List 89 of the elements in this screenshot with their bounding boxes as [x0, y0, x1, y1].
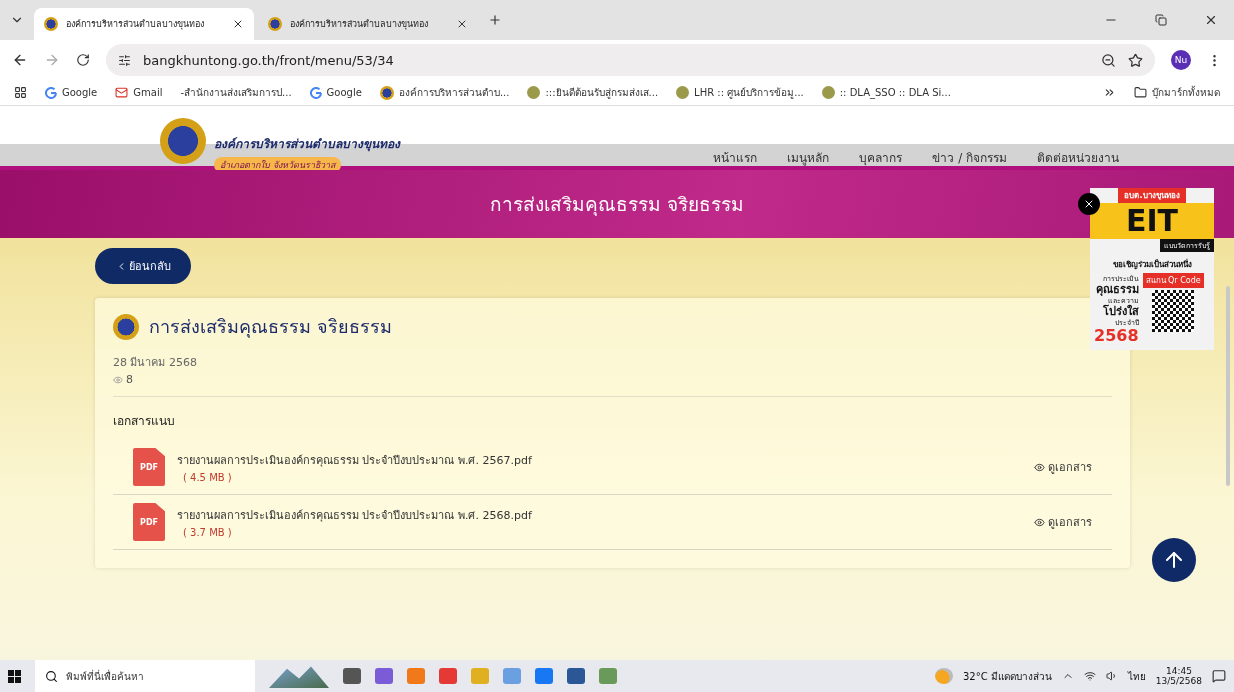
weather-icon — [934, 668, 953, 684]
bookmark-item[interactable]: Gmail — [115, 86, 163, 99]
view-document-link[interactable]: ดูเอกสาร — [1034, 513, 1092, 531]
eye-icon — [1034, 461, 1045, 473]
profile-avatar[interactable]: Nu — [1171, 50, 1191, 70]
banner-title: การส่งเสริมคุณธรรม จริยธรรม — [489, 192, 744, 218]
file-name: รายงานผลการประเมินองค์กรคุณธรรม ประจำปีงบประมาณ พ.ศ. 2567.pdf — [177, 453, 533, 469]
weather-text: 32°C มีแดดบางส่วน — [962, 669, 1052, 684]
address-bar[interactable]: bangkhuntong.go.th/front/menu/53/34 — [106, 44, 1155, 76]
language-indicator[interactable]: ไทย — [1127, 668, 1146, 684]
bookmark-label: :: DLA_SSO :: DLA Si... — [839, 87, 951, 98]
notification-icon[interactable] — [1212, 669, 1226, 683]
site-favicon-icon — [44, 17, 58, 31]
advert-year: 2568 — [1094, 328, 1139, 344]
bookmark-item[interactable]: :: DLA_SSO :: DLA Si... — [821, 86, 951, 99]
advert-scan-label: สแกน Qr Code — [1142, 273, 1204, 288]
attachments-heading: เอกสารแนบ — [113, 413, 176, 430]
bookmark-label: บุ๊กมาร์กทั้งหมด — [1152, 85, 1220, 100]
bookmark-item[interactable]: :::ยินดีต้อนรับสู่กรมส่งเส... — [527, 85, 659, 100]
bookmark-label: LHR :: ศูนย์บริการข้อมู... — [694, 86, 804, 100]
eye-icon — [1034, 516, 1045, 528]
nav-link[interactable]: บุคลากร — [859, 148, 903, 167]
bookmark-item[interactable]: Google — [45, 86, 98, 99]
folder-icon — [1134, 86, 1147, 99]
bookmark-label: Google — [326, 87, 362, 98]
taskbar-search-field[interactable]: พิมพ์ที่นี่เพื่อค้นหา — [35, 660, 255, 692]
close-icon[interactable] — [456, 18, 468, 30]
emblem-icon — [527, 86, 541, 99]
file-size: ( 4.5 MB ) — [182, 472, 233, 483]
back-button[interactable]: ย้อนกลับ — [95, 248, 191, 284]
post-date: 28 มีนาคม 2568 — [113, 355, 198, 371]
nav-link[interactable]: ติดต่อหน่วยงาน — [1037, 148, 1119, 167]
organization-seal-icon — [113, 313, 139, 340]
windows-start-icon[interactable] — [8, 669, 21, 683]
google-logo-icon — [309, 86, 322, 99]
pdf-file-icon: PDF — [133, 503, 165, 541]
bookmark-item[interactable]: Google — [309, 86, 362, 99]
organization-name: องค์การบริหารส่วนตำบลบางขุนทอง — [214, 136, 400, 153]
nav-link[interactable]: ข่าว / กิจกรรม — [932, 148, 1007, 167]
bookmark-label: Gmail — [133, 87, 163, 98]
bookmark-label: :::ยินดีต้อนรับสู่กรมส่งเส... — [545, 86, 659, 100]
reload-icon[interactable] — [76, 53, 90, 67]
browser-tab[interactable]: องค์การบริหารส่วนตำบลบางขุนทอง — [258, 8, 478, 40]
advert-ribbon: อบต.บางขุนทอง — [1118, 188, 1186, 203]
site-favicon-icon — [268, 17, 282, 31]
browser-tab[interactable]: องค์การบริหารส่วนตำบลบางขุนทอง — [34, 8, 254, 40]
organization-seal-icon — [160, 118, 206, 164]
nav-link[interactable]: เมนูหลัก — [787, 148, 830, 167]
google-logo-icon — [45, 86, 57, 99]
file-size: ( 3.7 MB ) — [182, 527, 233, 538]
emblem-icon — [821, 86, 835, 99]
pdf-file-icon: PDF — [133, 448, 165, 486]
site-settings-icon[interactable] — [118, 53, 131, 67]
site-favicon-icon — [379, 85, 394, 100]
tab-title: องค์การบริหารส่วนตำบลบางขุนทอง — [66, 18, 205, 31]
qr-code-icon — [1152, 290, 1195, 332]
eye-icon — [113, 374, 123, 385]
nav-link[interactable]: หน้าแรก — [713, 148, 758, 167]
post-title: การส่งเสริมคุณธรรม จริยธรรม — [149, 315, 392, 340]
wifi-icon[interactable] — [1083, 670, 1096, 682]
zoom-out-icon[interactable] — [1101, 52, 1116, 68]
bookmark-label: องค์การบริหารส่วนตำบ... — [398, 86, 510, 100]
view-document-link[interactable]: ดูเอกสาร — [1034, 458, 1092, 476]
close-icon — [1083, 198, 1095, 210]
more-bookmarks-icon[interactable] — [1103, 86, 1116, 99]
new-tab-icon[interactable] — [488, 13, 502, 27]
bookmark-item[interactable]: -สำนักงานส่งเสริมการป... — [180, 85, 292, 100]
view-count: 8 — [126, 373, 133, 386]
mail-icon — [115, 86, 129, 99]
taskbar-clock[interactable]: 14:45 13/5/2568 — [1155, 666, 1202, 686]
advert-invite: ขอเชิญร่วมเป็นส่วนหนึ่ง — [1112, 258, 1192, 271]
apps-grid-icon[interactable] — [14, 86, 27, 99]
file-name: รายงานผลการประเมินองค์กรคุณธรรม ประจำปีงบประมาณ พ.ศ. 2568.pdf — [177, 508, 533, 524]
url-text: bangkhuntong.go.th/front/menu/53/34 — [143, 52, 395, 68]
bookmark-item[interactable]: LHR :: ศูนย์บริการข้อมู... — [676, 85, 804, 100]
all-bookmarks-item[interactable]: บุ๊กมาร์กทั้งหมด — [1134, 85, 1220, 100]
emblem-icon — [676, 86, 690, 99]
search-icon — [45, 669, 58, 683]
bookmark-item[interactable]: องค์การบริหารส่วนตำบ... — [379, 85, 510, 100]
advert-headline: EIT — [1090, 203, 1214, 239]
speaker-icon[interactable] — [1105, 670, 1118, 682]
bookmark-label: Google — [62, 87, 98, 98]
advert-text: คุณธรรม — [1095, 284, 1139, 295]
tab-title: องค์การบริหารส่วนตำบลบางขุนทอง — [290, 18, 429, 31]
advert-text: โปร่งใส — [1102, 306, 1139, 317]
search-placeholder: พิมพ์ที่นี่เพื่อค้นหา — [66, 668, 144, 684]
scrollbar-thumb[interactable] — [1226, 286, 1230, 486]
star-icon[interactable] — [1128, 52, 1143, 68]
close-icon[interactable] — [232, 18, 244, 30]
